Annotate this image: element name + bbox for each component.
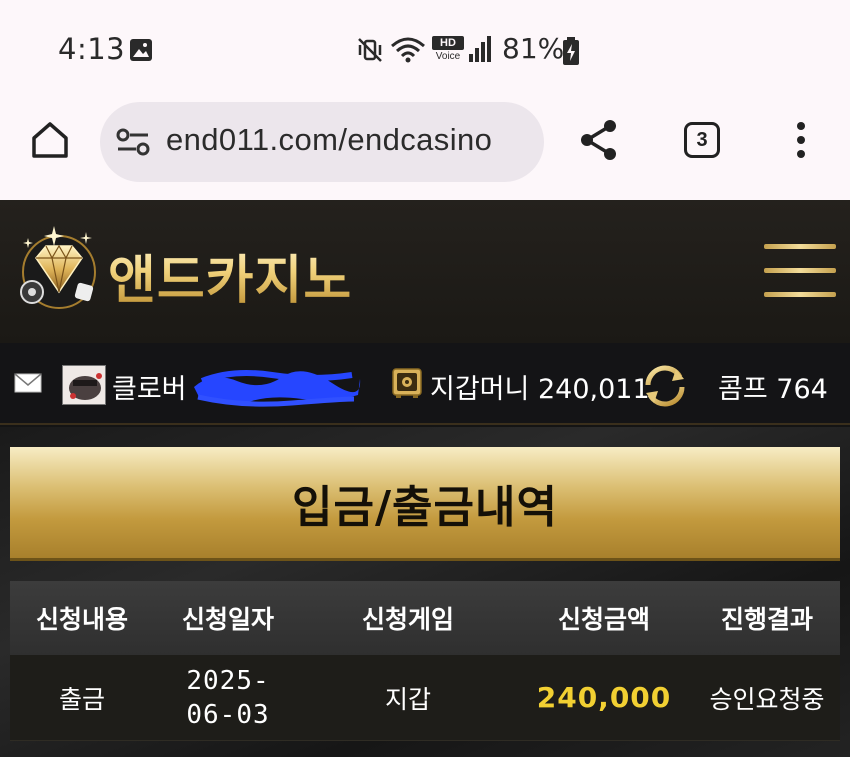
more-options-icon[interactable] (790, 120, 812, 160)
page-title-banner: 입금/출금내역 (10, 447, 840, 561)
header-request-game: 신청게임 (361, 605, 454, 634)
vibrate-mute-icon (358, 38, 382, 62)
table-row[interactable]: 출금 2025-06-03 지갑 240,000 승인요청중 (10, 655, 840, 741)
diamond-logo-icon[interactable] (14, 220, 104, 312)
site-header: 앤드카지노 (0, 200, 850, 343)
table-header: 신청내용 신청일자 신청게임 신청금액 진행결과 (10, 581, 840, 655)
avatar[interactable] (62, 365, 106, 405)
user-info-bar: 클로버 지갑머니 240,011 콤프 764 (0, 343, 850, 425)
site-settings-icon[interactable] (116, 126, 150, 158)
signal-icon (469, 36, 491, 62)
browser-toolbar: end011.com/endcasino 3 (0, 98, 850, 200)
cell-request-amount: 240,000 (536, 681, 672, 714)
wallet-balance: 지갑머니 240,011 (430, 367, 650, 406)
wallet-label: 지갑머니 (430, 374, 530, 405)
page-title: 입금/출금내역 (292, 481, 558, 533)
clock: 4:13 (58, 32, 126, 66)
header-progress-status: 진행결과 (720, 605, 813, 634)
member-grade: 클로버 (112, 374, 187, 405)
address-bar[interactable]: end011.com/endcasino (100, 102, 544, 182)
redacted-username (194, 370, 361, 407)
comp-points: 콤프 764 (718, 367, 828, 406)
url-text[interactable]: end011.com/endcasino (166, 122, 492, 158)
tab-switcher-button[interactable]: 3 (684, 122, 720, 158)
header-request-date: 신청일자 (181, 605, 274, 634)
comp-label: 콤프 (718, 374, 768, 405)
safe-icon (392, 368, 422, 398)
wifi-icon (391, 37, 425, 63)
cell-progress-status: 승인요청중 (709, 684, 825, 714)
hd-voice-icon: HD Voice (432, 36, 464, 66)
cell-request-game: 지갑 (384, 684, 431, 714)
header-request-amount: 신청금액 (557, 605, 650, 634)
cell-request-type: 출금 (58, 684, 105, 714)
transaction-table: 신청내용 신청일자 신청게임 신청금액 진행결과 출금 2025-06-03 지… (10, 581, 840, 741)
menu-hamburger-icon[interactable] (764, 244, 836, 297)
refresh-icon[interactable] (640, 363, 690, 409)
battery-charging-icon (563, 37, 579, 65)
home-icon[interactable] (28, 118, 72, 162)
comp-amount: 764 (776, 374, 828, 405)
battery-percent: 81% (502, 32, 565, 65)
image-notification-icon (130, 39, 152, 61)
site-logo-text[interactable]: 앤드카지노 (108, 238, 352, 313)
mail-icon[interactable] (14, 373, 42, 393)
cell-request-date: 2025-06-03 (186, 665, 270, 730)
share-icon[interactable] (578, 118, 620, 162)
header-request-type: 신청내용 (35, 605, 128, 634)
status-bar: 4:13 HD Voice 81% (0, 0, 850, 98)
wallet-amount: 240,011 (537, 374, 650, 405)
